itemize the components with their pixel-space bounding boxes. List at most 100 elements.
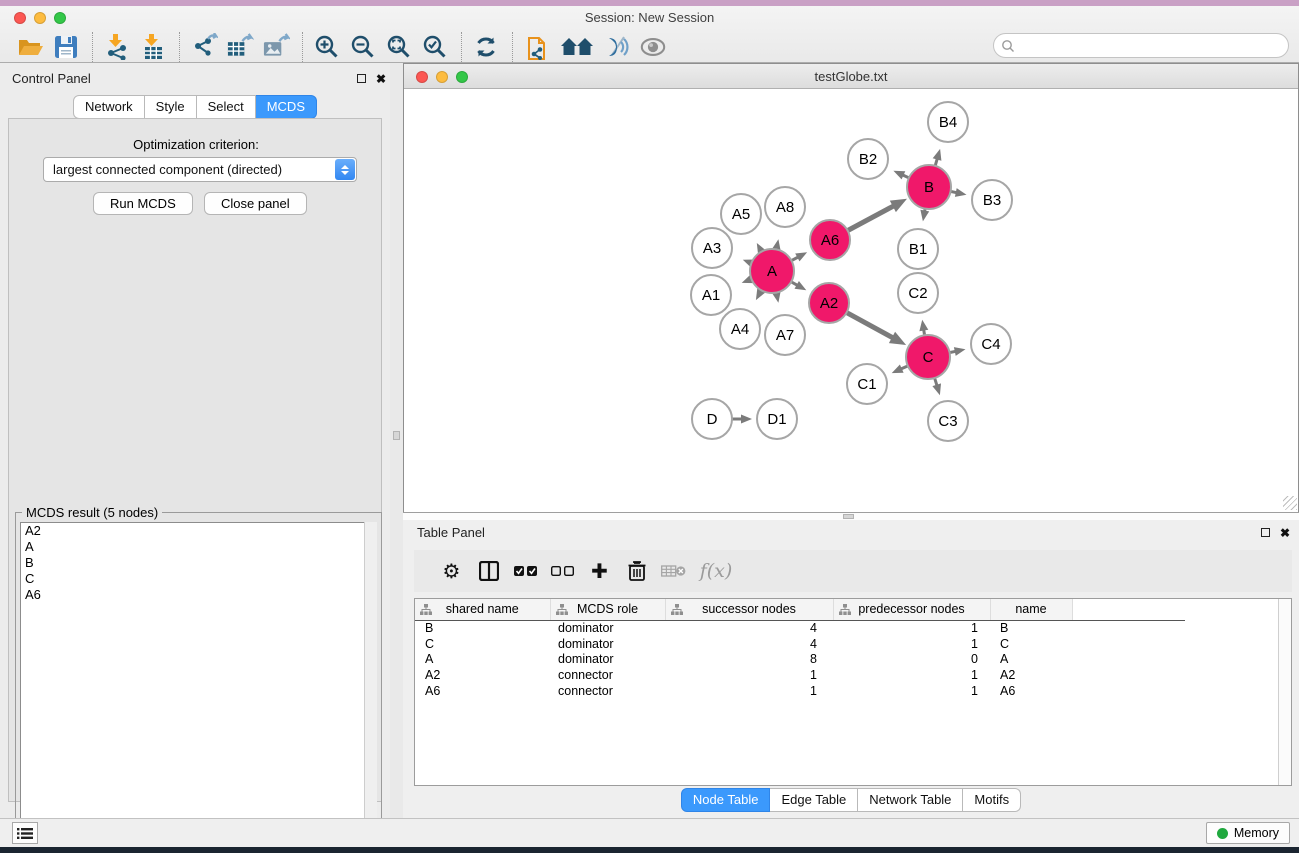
eye-icon[interactable] bbox=[639, 33, 667, 61]
table-cell[interactable]: 0 bbox=[833, 651, 990, 667]
table-cell[interactable]: 8 bbox=[665, 651, 833, 667]
save-session-icon[interactable] bbox=[52, 33, 80, 61]
zoom-fit-icon[interactable] bbox=[385, 33, 413, 61]
table-scrollbar[interactable] bbox=[1278, 599, 1291, 785]
result-item[interactable]: A2 bbox=[21, 523, 376, 539]
graph-node-A7[interactable]: A7 bbox=[765, 315, 805, 355]
close-table-panel-icon[interactable]: ✖ bbox=[1280, 527, 1290, 539]
tab-edge-table[interactable]: Edge Table bbox=[770, 788, 858, 812]
zoom-in-icon[interactable] bbox=[313, 33, 341, 61]
refresh-icon[interactable] bbox=[472, 33, 500, 61]
zoom-out-icon[interactable] bbox=[349, 33, 377, 61]
table-row[interactable]: A6connector11A6 bbox=[415, 683, 1185, 699]
result-item[interactable]: C bbox=[21, 571, 376, 587]
table-cell[interactable]: A6 bbox=[415, 683, 550, 699]
vertical-splitter[interactable] bbox=[390, 63, 403, 818]
graph-node-A4[interactable]: A4 bbox=[720, 309, 760, 349]
close-panel-icon[interactable]: ✖ bbox=[376, 73, 386, 85]
column-header-predecessor-nodes[interactable]: predecessor nodes bbox=[833, 599, 990, 620]
tab-node-table[interactable]: Node Table bbox=[681, 788, 771, 812]
delete-columns-icon[interactable] bbox=[618, 556, 655, 586]
float-table-panel-icon[interactable] bbox=[1261, 528, 1270, 537]
table-cell[interactable]: dominator bbox=[550, 651, 665, 667]
export-table-icon[interactable] bbox=[226, 33, 254, 61]
table-cell[interactable]: A6 bbox=[990, 683, 1072, 699]
tab-select[interactable]: Select bbox=[197, 95, 256, 119]
column-header-MCDS-role[interactable]: MCDS role bbox=[550, 599, 665, 620]
result-item[interactable]: A6 bbox=[21, 587, 376, 603]
table-cell[interactable]: connector bbox=[550, 683, 665, 699]
graph-node-A5[interactable]: A5 bbox=[721, 194, 761, 234]
horizontal-splitter[interactable] bbox=[403, 512, 1299, 520]
table-cell[interactable]: A2 bbox=[415, 667, 550, 683]
manage-networks-icon[interactable] bbox=[559, 33, 595, 61]
table-cell[interactable]: B bbox=[990, 620, 1072, 636]
table-cell[interactable]: connector bbox=[550, 667, 665, 683]
graph-node-B1[interactable]: B1 bbox=[898, 229, 938, 269]
graph-node-D1[interactable]: D1 bbox=[757, 399, 797, 439]
table-cell[interactable]: 4 bbox=[665, 620, 833, 636]
graph-node-B3[interactable]: B3 bbox=[972, 180, 1012, 220]
toggle-columns-icon[interactable] bbox=[470, 556, 507, 586]
splitter-grip[interactable] bbox=[393, 431, 400, 440]
table-cell[interactable]: 4 bbox=[665, 636, 833, 652]
table-header-row[interactable]: shared nameMCDS rolesuccessor nodesprede… bbox=[415, 599, 1185, 620]
table-cell[interactable]: 1 bbox=[665, 667, 833, 683]
table-row[interactable]: Adominator80A bbox=[415, 651, 1185, 667]
import-table-icon[interactable] bbox=[139, 33, 167, 61]
table-cell[interactable]: C bbox=[415, 636, 550, 652]
memory-button[interactable]: Memory bbox=[1206, 822, 1290, 844]
search-field[interactable] bbox=[993, 33, 1289, 58]
export-network-icon[interactable] bbox=[190, 33, 218, 61]
result-item[interactable]: A bbox=[21, 539, 376, 555]
result-scrollbar[interactable] bbox=[364, 522, 377, 852]
table-cell[interactable]: A2 bbox=[990, 667, 1072, 683]
result-item[interactable]: B bbox=[21, 555, 376, 571]
tab-network-table[interactable]: Network Table bbox=[858, 788, 963, 812]
zoom-selected-icon[interactable] bbox=[421, 33, 449, 61]
table-cell[interactable]: 1 bbox=[833, 636, 990, 652]
column-header-successor-nodes[interactable]: successor nodes bbox=[665, 599, 833, 620]
deselect-all-icon[interactable] bbox=[544, 556, 581, 586]
graph-node-C3[interactable]: C3 bbox=[928, 401, 968, 441]
graph-node-B[interactable]: B bbox=[907, 165, 951, 209]
splitter-grip[interactable] bbox=[843, 514, 854, 519]
window-resize-grip[interactable] bbox=[1283, 496, 1297, 510]
mcds-result-list[interactable]: A2ABCA6 bbox=[20, 522, 377, 852]
graph-node-A2[interactable]: A2 bbox=[809, 283, 849, 323]
task-history-button[interactable] bbox=[12, 822, 38, 844]
graph-node-C2[interactable]: C2 bbox=[898, 273, 938, 313]
graph-node-A3[interactable]: A3 bbox=[692, 228, 732, 268]
export-image-icon[interactable] bbox=[262, 33, 290, 61]
table-cell[interactable]: B bbox=[415, 620, 550, 636]
search-input[interactable] bbox=[1015, 36, 1288, 56]
delete-table-icon[interactable] bbox=[655, 556, 692, 586]
table-row[interactable]: Bdominator41B bbox=[415, 620, 1185, 636]
graph-node-A8[interactable]: A8 bbox=[765, 187, 805, 227]
run-mcds-button[interactable]: Run MCDS bbox=[93, 192, 193, 215]
graph-node-C4[interactable]: C4 bbox=[971, 324, 1011, 364]
graph-edge-D-D1[interactable] bbox=[730, 415, 752, 424]
clone-network-icon[interactable] bbox=[523, 33, 551, 61]
float-panel-icon[interactable] bbox=[357, 74, 366, 83]
create-column-icon[interactable]: ✚ bbox=[581, 556, 618, 586]
toggle-graphics-details-icon[interactable] bbox=[603, 33, 631, 61]
tab-style[interactable]: Style bbox=[145, 95, 197, 119]
table-cell[interactable]: 1 bbox=[665, 683, 833, 699]
graph-node-C1[interactable]: C1 bbox=[847, 364, 887, 404]
tab-network[interactable]: Network bbox=[73, 95, 145, 119]
graph-node-C[interactable]: C bbox=[906, 335, 950, 379]
graph-edge-A6-B[interactable] bbox=[846, 199, 907, 232]
table-row[interactable]: Cdominator41C bbox=[415, 636, 1185, 652]
tab-mcds[interactable]: MCDS bbox=[256, 95, 317, 119]
table-cell[interactable]: A bbox=[990, 651, 1072, 667]
table-cell[interactable]: 1 bbox=[833, 620, 990, 636]
table-cell[interactable]: 1 bbox=[833, 683, 990, 699]
table-cell[interactable]: 1 bbox=[833, 667, 990, 683]
import-network-icon[interactable] bbox=[103, 33, 131, 61]
table-cell[interactable]: dominator bbox=[550, 636, 665, 652]
open-session-icon[interactable] bbox=[16, 33, 44, 61]
tab-motifs[interactable]: Motifs bbox=[963, 788, 1021, 812]
function-builder-icon[interactable]: f(x) bbox=[692, 556, 740, 586]
network-graph[interactable]: ABCA6A2A5A8A3A1A4A7B4B2B3B1C2C4C1C3DD1 bbox=[404, 89, 1298, 512]
